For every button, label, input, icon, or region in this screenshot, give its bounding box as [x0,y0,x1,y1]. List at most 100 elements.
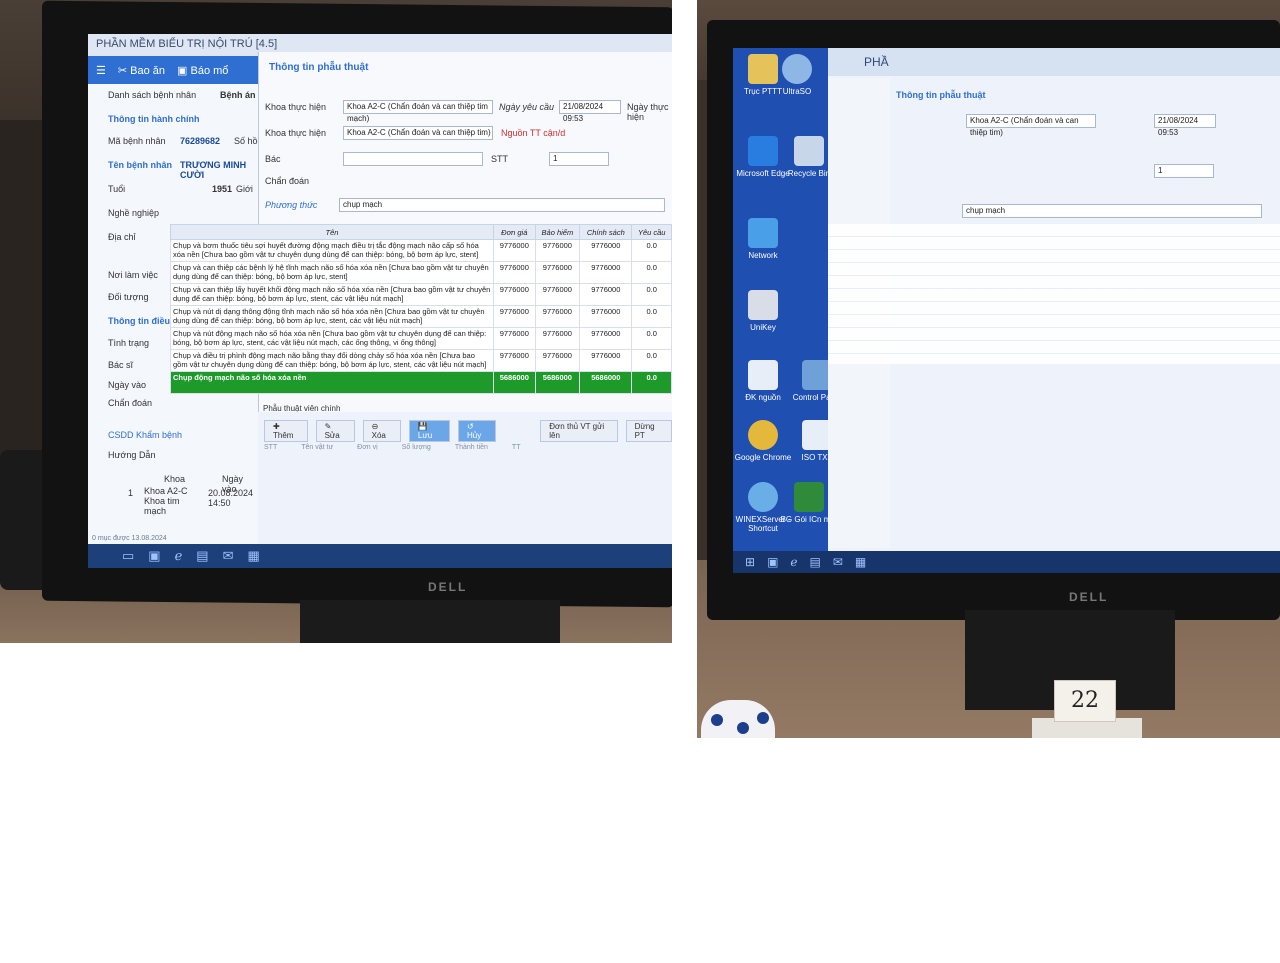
bao-an-button[interactable]: ✂ Bao ăn [118,64,165,77]
edge-icon[interactable]: ℯ [175,548,183,564]
cell-name: Chụp và nút dị dạng thông động tĩnh mạch… [170,305,494,328]
menu-icon[interactable]: ☰ [96,64,106,77]
bs-select[interactable] [343,152,483,166]
edit-button[interactable]: ✎ Sửa [315,420,355,442]
dept-select[interactable]: Khoa A2-C (Chẩn đoán và can thiệp tim) [966,114,1096,137]
explorer-icon[interactable]: ▤ [196,548,208,564]
stop-pt-button[interactable]: Dừng PT [625,420,672,442]
desktop-icon[interactable]: UniKey [733,290,793,332]
save-button[interactable]: 💾 Lưu [408,420,451,442]
cell-yeu-cau: 0.0 [631,327,672,350]
cell-yeu-cau: 0.0 [631,349,672,372]
status-label: Tình trạng [108,338,150,348]
desktop-icon[interactable]: UltraSO [767,54,827,96]
popup-title: Thông tin phẫu thuật [896,90,986,100]
delete-button[interactable]: ⊖ Xóa [362,420,401,442]
khoa-col-header: Khoa [164,474,186,484]
cell-bao-hiem: 9776000 [534,283,581,306]
cell-yeu-cau: 0.0 [631,261,672,284]
diagnosis-label: Chẩn đoán [108,398,153,408]
windows-taskbar: ▭ ▣ ℯ ▤ ✉ ▦ [88,544,672,568]
col-don-gia: Đơn giá [493,224,536,240]
request-date-input[interactable]: 21/08/2024 09:53 [1154,114,1216,137]
gender-label: Giới [236,184,253,194]
stt-label: STT [491,154,508,164]
cell-bao-hiem: 9776000 [534,261,581,284]
cell-don-gia: 9776000 [493,261,536,284]
cell-bao-hiem: 9776000 [534,327,581,350]
stt-input[interactable]: 1 [549,152,609,166]
sub-col-tt: TT [511,444,521,451]
dept-label: Khoa thực hiện [265,102,327,112]
col-chinh-sach: Chính sách [579,224,633,240]
mail-icon[interactable]: ✉ [223,548,234,564]
monitor-screen: Trục PTTT UltraSO Microsoft Edge Recycle… [733,48,1280,573]
cell-yeu-cau: 0.0 [631,239,672,262]
cell-don-gia: 9776000 [493,327,536,350]
cell-don-gia: 9776000 [493,305,536,328]
mail-icon[interactable]: ✉ [833,555,843,569]
table-row[interactable]: Chụp và nút động mạch não số hóa xóa nền… [170,327,672,350]
bottle-pattern-icon [711,714,723,726]
cell-name: Chụp và can thiệp các bệnh lý hệ tĩnh mạ… [170,261,494,284]
section-treatment: Thông tin điều [108,316,170,326]
so-ho-so-label: Số hồ [234,136,258,146]
sub-col-ten: Tên vật tư [301,444,334,451]
bao-mo-button[interactable]: ▣ Báo mổ [177,64,228,77]
send-vt-button[interactable]: Đơn thủ VT gửi lên [540,420,618,442]
request-date-input[interactable]: 21/08/2024 09:53 [559,100,621,123]
cancel-button[interactable]: ↺ Hủy [458,420,497,442]
date-label: Ngày vào [108,380,147,390]
taskview-icon[interactable]: ▭ [122,548,134,564]
app-header: PHẦ [828,48,1280,76]
dept-select[interactable]: Khoa A2-C (Chẩn đoán và can thiệp tim mạ… [343,100,493,123]
edge-icon[interactable]: ℯ [790,555,797,569]
nguon-tt-label: Nguồn TT cận/d [501,128,566,138]
cell-bao-hiem: 9776000 [534,349,581,372]
table-row[interactable]: Chụp và bơm thuốc tiêu sợi huyết đường đ… [170,239,672,262]
cell-bao-hiem: 5686000 [534,371,581,394]
cell-don-gia: 9776000 [493,283,536,306]
add-button[interactable]: ✚ Thêm [264,420,308,442]
cell-name: Chụp động mạch não số hóa xóa nền [170,371,494,394]
stt-input[interactable]: 1 [1154,164,1214,178]
table-row[interactable]: Chụp và can thiệp các bệnh lý hệ tĩnh mạ… [170,261,672,284]
kham-benh-tab[interactable]: CSDD Khẩm bệnh [108,430,182,440]
start-icon[interactable]: ⊞ [745,555,755,569]
app-icon[interactable]: ▦ [248,548,260,564]
method-input[interactable]: chụp mạch [962,204,1262,218]
tab-benh-an[interactable]: Bệnh án [220,90,256,100]
monitor-screen: PHẦN MỀM BIỂU TRỊ NỘI TRÚ [4.5] ☰ ✂ Bao … [88,34,672,568]
popup-title: Thông tin phẫu thuật [269,62,369,73]
desktop-icon[interactable]: Network [733,218,793,260]
desktop-icon[interactable]: ĐK nguồn [733,360,793,402]
cell-don-gia: 9776000 [493,349,536,372]
chrome-icon [748,420,778,450]
job-label: Nghề nghiệp [108,208,160,218]
cell-yeu-cau: 0.0 [631,305,672,328]
app-icon[interactable]: ▦ [855,555,866,569]
cell-bao-hiem: 9776000 [534,239,581,262]
desktop-icon[interactable]: Google Chrome [733,420,793,462]
dept2-select[interactable]: Khoa A2-C (Chẩn đoán và can thiệp tim) [343,126,493,140]
table-row[interactable]: Chụp và nút dị dạng thông động tĩnh mạch… [170,305,672,328]
table-row-selected[interactable]: Chụp động mạch não số hóa xóa nền 5686000… [170,371,672,394]
excel-file-icon [794,482,824,512]
tab-patient-list[interactable]: Danh sách bệnh nhân [108,90,196,100]
cell-name: Chụp và điều trị phình động mạch não bằn… [170,349,494,372]
patient-id-label: Mã bệnh nhân [108,136,166,146]
diag-label: Chẩn đoán [265,176,310,186]
table-row[interactable]: Chụp và can thiệp lấy huyết khối động mạ… [170,283,672,306]
explorer-icon[interactable]: ▤ [810,555,821,569]
tab-pttt[interactable]: Phẫu thuật viên chính [263,404,340,413]
method-input[interactable]: chụp mạch [339,198,665,212]
store-icon[interactable]: ▣ [148,548,160,564]
target-label: Đối tượng [108,292,149,302]
toolbar: ☰ ✂ Bao ăn ▣ Báo mổ [88,56,258,84]
store-icon[interactable]: ▣ [767,555,778,569]
col-bao-hiem: Bảo hiểm [534,224,581,240]
table-row[interactable]: Chụp và điều trị phình động mạch não bằn… [170,349,672,372]
sub-grid-header: STT Tên vật tư Đơn vị Số lượng Thành tiề… [264,444,520,451]
table-header-row: Tên Đơn giá Bảo hiểm Chính sách Yêu cầu [170,224,672,240]
procedure-table [828,224,1280,364]
